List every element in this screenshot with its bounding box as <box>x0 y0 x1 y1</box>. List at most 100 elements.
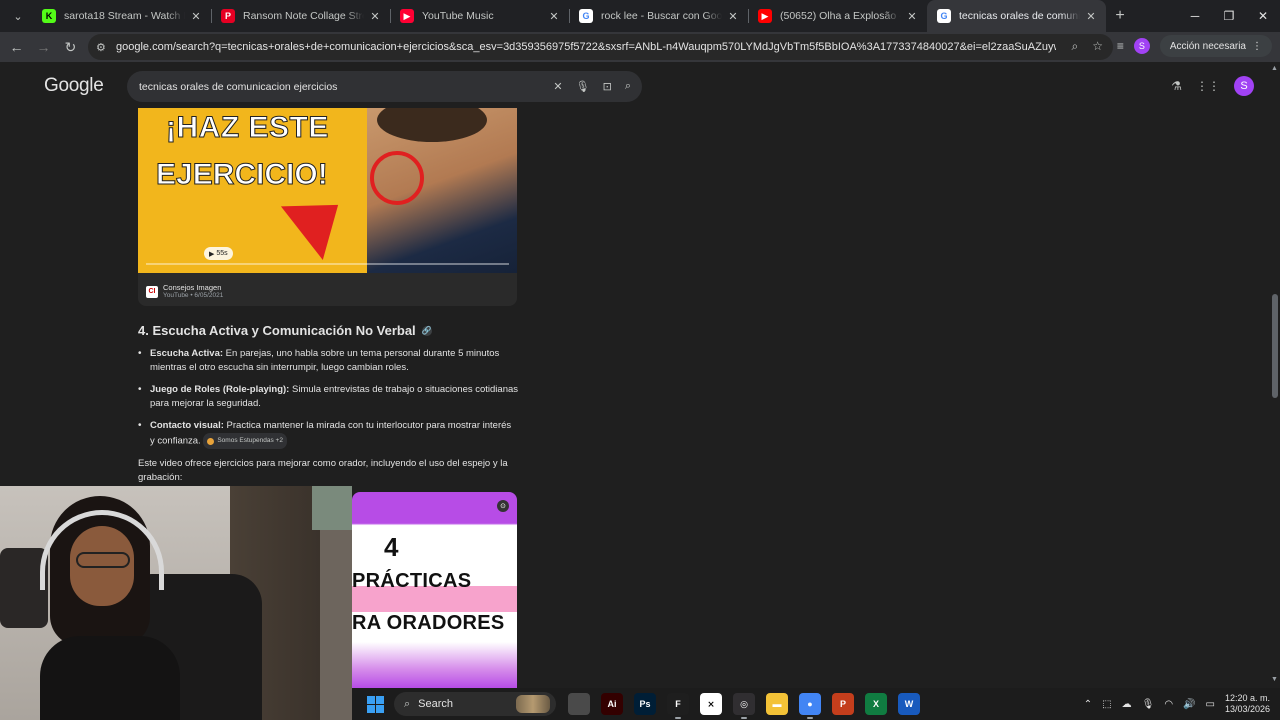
play-icon: ▶ <box>209 250 215 258</box>
app-tray-icon[interactable]: ⬚ <box>1102 699 1111 710</box>
forward-button[interactable]: → <box>30 34 57 60</box>
tab-5[interactable]: ▶ (50652) Olha a Explosão - YouTu ✕ <box>748 0 927 32</box>
source-chip[interactable]: Somos Estupendas +2 <box>203 433 287 449</box>
close-tab-icon[interactable]: ✕ <box>726 10 740 23</box>
figma-icon[interactable]: F <box>667 693 689 719</box>
folder-icon[interactable]: ▬ <box>766 693 788 715</box>
excel-icon[interactable]: X <box>865 693 887 715</box>
video-result-card[interactable]: ¡HAZ ESTE EJERCICIO! ▶ 55s CI Consejos Im… <box>138 108 517 306</box>
link-icon[interactable]: 🔗 <box>421 325 432 336</box>
scroll-thumb[interactable] <box>1272 294 1278 398</box>
page-scrollbar[interactable]: ▲ ▼ <box>1270 62 1280 688</box>
video-source[interactable]: CI Consejos Imagen YouTube • 6/05/2021 <box>146 283 223 300</box>
tab-title: (50652) Olha a Explosão - YouTu <box>780 10 901 22</box>
close-tab-icon[interactable]: ✕ <box>1084 10 1098 23</box>
tab-3[interactable]: ▶ YouTube Music ✕ <box>390 0 569 32</box>
thumbnail-highlight-circle <box>370 151 424 205</box>
google-icon: G <box>937 9 951 23</box>
close-tab-icon[interactable]: ✕ <box>547 10 561 23</box>
restore-button[interactable]: ❐ <box>1212 0 1246 32</box>
tab-title: YouTube Music <box>422 10 494 22</box>
microphone-icon[interactable]: 🎙 <box>576 80 590 93</box>
tabs: Ksarota18 Stream - Watch Live on ✕ P Ransom… <box>32 0 1106 32</box>
browser-toolbar: ← → ↻ ⚙ google.com/search?q=tecnicas+ora… <box>0 32 1280 62</box>
site-settings-icon[interactable]: ⚙ <box>96 41 116 54</box>
thumbnail-title-line2: EJERCICIO! <box>156 158 329 192</box>
address-bar[interactable]: ⚙ google.com/search?q=tecnicas+orales+de… <box>88 34 1113 60</box>
tab-2[interactable]: P Ransom Note Collage Stream Cr ✕ <box>211 0 390 32</box>
new-tab-button[interactable]: + <box>1106 7 1134 25</box>
url-text[interactable]: google.com/search?q=tecnicas+orales+de+c… <box>116 41 1056 53</box>
microphone-icon[interactable]: 🎙 <box>1142 699 1155 710</box>
duration-badge: ▶ 55s <box>204 247 233 260</box>
webcam-overlay <box>0 486 352 720</box>
avatar[interactable]: S <box>1234 76 1254 96</box>
channel-name: Consejos Imagen <box>163 283 222 292</box>
clock[interactable]: 12:20 a. m. 13/03/2026 <box>1225 693 1270 715</box>
video-progress-track <box>146 263 509 265</box>
webcam-person-body <box>40 636 180 720</box>
taskbar-search-label: Search <box>418 698 454 710</box>
minimize-button[interactable]: ─ <box>1178 0 1212 32</box>
capcut-icon[interactable]: ⨯ <box>700 693 722 715</box>
channel-logo: CI <box>146 285 158 298</box>
close-window-button[interactable]: ✕ <box>1246 0 1280 32</box>
profile-button[interactable]: S <box>1133 38 1150 54</box>
arrow-left-icon: ← <box>9 39 24 55</box>
illustrator-icon[interactable]: Ai <box>601 693 623 715</box>
tab-1[interactable]: Ksarota18 Stream - Watch Live on ✕ <box>32 0 211 32</box>
search-input[interactable]: tecnicas orales de comunicacion ejercici… <box>139 81 553 93</box>
obs-icon[interactable]: ◎ <box>733 693 755 719</box>
taskbar-apps: Ai Ps F ⨯ ◎ ▬ ● P X W <box>568 693 920 719</box>
tab-title: rock lee - Buscar con Google <box>601 10 722 22</box>
search-icon: ⌕ <box>404 697 411 710</box>
search-highlight-image <box>516 695 550 713</box>
google-icon: G <box>579 9 593 23</box>
tab-6[interactable]: Gtecnicas orales de comunicacion ✕ <box>927 0 1106 32</box>
more-icon[interactable]: ⊙ <box>497 500 509 512</box>
chrome-icon[interactable]: ● <box>799 693 821 719</box>
thumbnail-title-line1: ¡HAZ ESTE <box>166 111 329 145</box>
clear-icon[interactable]: ✕ <box>553 80 562 93</box>
search-box[interactable]: tecnicas orales de comunicacion ejercici… <box>127 71 642 102</box>
lens-icon[interactable]: ⊡ <box>603 80 612 93</box>
tab-strip: ⌄ Ksarota18 Stream - Watch Live on ✕ P Rans… <box>0 0 1280 32</box>
google-logo[interactable]: Google <box>44 75 104 97</box>
reload-button[interactable]: ↻ <box>57 34 84 60</box>
tab-search-button[interactable]: ⌄ <box>4 4 32 28</box>
close-tab-icon[interactable]: ✕ <box>905 10 919 23</box>
scroll-up-icon[interactable]: ▲ <box>1271 65 1278 72</box>
video-thumbnail[interactable]: ¡HAZ ESTE EJERCICIO! ▶ 55s <box>138 108 517 273</box>
close-tab-icon[interactable]: ✕ <box>368 10 382 23</box>
close-tab-icon[interactable]: ✕ <box>189 10 203 23</box>
wifi-icon[interactable]: ◠ <box>1164 699 1173 710</box>
clock-time: 12:20 a. m. <box>1224 693 1270 703</box>
chevron-up-icon[interactable]: ⌃ <box>1084 699 1092 710</box>
media-controls-icon[interactable]: ≡ <box>1117 39 1124 53</box>
pinterest-icon: P <box>221 9 235 23</box>
bullet-term: Juego de Roles (Role-playing): <box>150 384 290 395</box>
zoom-icon[interactable]: ⌕ <box>1072 39 1079 54</box>
photoshop-icon[interactable]: Ps <box>634 693 656 715</box>
battery-icon[interactable]: ▭ <box>1206 699 1215 710</box>
list-item: Contacto visual: Practica mantener la mi… <box>138 419 518 449</box>
apps-grid-icon[interactable]: ⋮⋮ <box>1196 79 1220 93</box>
search-icon[interactable]: ⌕ <box>625 80 631 93</box>
scroll-down-icon[interactable]: ▼ <box>1271 676 1278 683</box>
tab-title: tecnicas orales de comunicacion <box>959 10 1080 22</box>
video-thumbnail-2[interactable]: 4 PRÁCTICAS RA ORADORES ⊙ <box>352 492 517 688</box>
video-intro-paragraph: Este video ofrece ejercicios para mejora… <box>138 458 508 483</box>
action-needed-button[interactable]: Acción necesaria ⋮ <box>1159 35 1272 57</box>
powerpoint-icon[interactable]: P <box>832 693 854 715</box>
onedrive-icon[interactable]: ☁ <box>1122 699 1132 710</box>
bookmark-star-icon[interactable]: ☆ <box>1092 39 1103 54</box>
labs-icon[interactable]: ⚗ <box>1171 79 1182 93</box>
file-explorer-thumb[interactable] <box>568 693 590 715</box>
word-icon[interactable]: W <box>898 693 920 715</box>
webcam-poster <box>312 486 352 530</box>
taskbar-search[interactable]: ⌕ Search <box>394 692 556 716</box>
back-button[interactable]: ← <box>3 34 30 60</box>
start-button[interactable] <box>362 691 388 717</box>
tab-4[interactable]: Grock lee - Buscar con Google ✕ <box>569 0 748 32</box>
volume-icon[interactable]: 🔊 <box>1183 699 1195 710</box>
